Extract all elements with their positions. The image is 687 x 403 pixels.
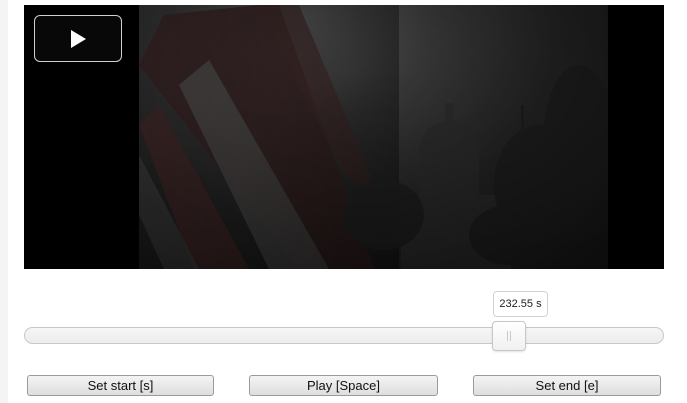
- play-button[interactable]: [34, 15, 122, 62]
- time-tooltip: 232.55 s: [493, 291, 548, 317]
- video-player[interactable]: [24, 5, 664, 269]
- time-value: 232.55: [499, 298, 534, 310]
- play-space-button[interactable]: Play [Space]: [249, 375, 438, 396]
- video-scene: [139, 5, 608, 269]
- set-start-button[interactable]: Set start [s]: [27, 375, 214, 396]
- set-end-button[interactable]: Set end [e]: [473, 375, 661, 396]
- video-frame-image: [139, 5, 608, 269]
- time-unit: s: [536, 298, 542, 310]
- slider-thumb[interactable]: [492, 321, 526, 351]
- play-icon: [71, 29, 86, 48]
- grip-icon: [507, 331, 511, 341]
- seek-slider[interactable]: [24, 321, 664, 351]
- page-margin: [0, 0, 8, 403]
